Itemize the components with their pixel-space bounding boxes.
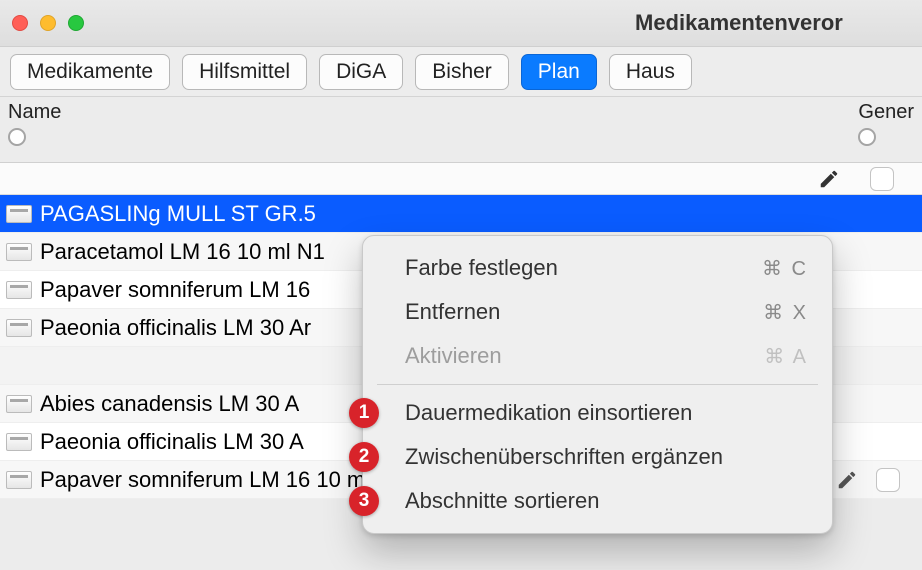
main-toolbar: Medikamente Hilfsmittel DiGA Bisher Plan… xyxy=(0,47,922,97)
row-text: Papaver somniferum LM 16 10 ml N1 xyxy=(40,467,404,493)
ctx-activate: Aktivieren ⌘ A xyxy=(363,334,832,378)
filter-gener-label: Gener xyxy=(858,101,914,124)
ctx-sort-sections[interactable]: 3 Abschnitte sortieren xyxy=(363,479,832,523)
badge-1: 1 xyxy=(349,398,379,428)
ctx-sort-permanent-medication[interactable]: 1 Dauermedikation einsortieren xyxy=(363,391,832,435)
context-menu: Farbe festlegen ⌘ C Entfernen ⌘ X Aktivi… xyxy=(362,235,833,534)
ctx-separator xyxy=(377,384,818,385)
row-text: PAGASLINg MULL ST GR.5 xyxy=(40,201,316,227)
ctx-remove[interactable]: Entfernen ⌘ X xyxy=(363,290,832,334)
tab-haus[interactable]: Haus xyxy=(609,54,692,90)
badge-2: 2 xyxy=(349,442,379,472)
ctx-label: Abschnitte sortieren xyxy=(405,488,599,514)
filter-gener-radio[interactable] xyxy=(858,128,876,146)
ctx-set-color[interactable]: Farbe festlegen ⌘ C xyxy=(363,246,832,290)
tab-diga[interactable]: DiGA xyxy=(319,54,403,90)
document-icon xyxy=(6,395,32,413)
ctx-label: Entfernen xyxy=(405,299,500,325)
document-icon xyxy=(6,281,32,299)
ctx-label: Farbe festlegen xyxy=(405,255,558,281)
tab-medikamente[interactable]: Medikamente xyxy=(10,54,170,90)
edit-column-icon[interactable] xyxy=(818,168,840,190)
ctx-shortcut: ⌘ C xyxy=(762,256,808,281)
row-text: Abies canadensis LM 30 A xyxy=(40,391,299,417)
window-title: Medikamentenveror xyxy=(0,10,922,36)
filter-gener-column: Gener xyxy=(858,101,914,146)
column-action-bar xyxy=(0,163,922,195)
ctx-label: Aktivieren xyxy=(405,343,502,369)
titlebar: Medikamentenveror xyxy=(0,0,922,47)
document-icon xyxy=(6,205,32,223)
ctx-label: Dauermedikation einsortieren xyxy=(405,400,692,426)
ctx-add-subheadings[interactable]: 2 Zwischenüberschriften ergänzen xyxy=(363,435,832,479)
row-text: Paracetamol LM 16 10 ml N1 xyxy=(40,239,325,265)
ctx-label: Zwischenüberschriften ergänzen xyxy=(405,444,723,470)
filter-bar: Name Gener xyxy=(0,97,922,163)
tab-hilfsmittel[interactable]: Hilfsmittel xyxy=(182,54,307,90)
document-icon xyxy=(6,243,32,261)
document-icon xyxy=(6,471,32,489)
row-text: Papaver somniferum LM 16 xyxy=(40,277,310,303)
row-text: Paeonia officinalis LM 30 Ar xyxy=(40,315,311,341)
tab-bisher[interactable]: Bisher xyxy=(415,54,509,90)
document-icon xyxy=(6,433,32,451)
ctx-shortcut: ⌘ A xyxy=(764,344,808,369)
badge-3: 3 xyxy=(349,486,379,516)
filter-name-label: Name xyxy=(8,101,834,124)
select-all-checkbox[interactable] xyxy=(870,167,894,191)
ctx-shortcut: ⌘ X xyxy=(763,300,808,325)
row-checkbox[interactable] xyxy=(876,468,900,492)
list-row[interactable]: PAGASLINg MULL ST GR.5 xyxy=(0,195,922,233)
document-icon xyxy=(6,319,32,337)
tab-plan[interactable]: Plan xyxy=(521,54,597,90)
filter-name-radio[interactable] xyxy=(8,128,26,146)
row-edit-icon[interactable] xyxy=(836,469,858,491)
row-text: Paeonia officinalis LM 30 A xyxy=(40,429,304,455)
filter-name-column: Name xyxy=(8,101,834,146)
